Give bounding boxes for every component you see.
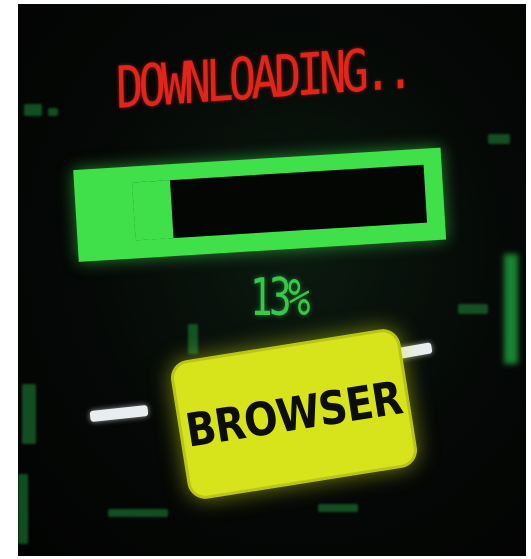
image-frame: DOWNLOADING.. 13% BROWSER xyxy=(0,0,531,559)
download-progress-bar xyxy=(73,147,447,262)
progress-bar-fill xyxy=(132,180,174,241)
progress-percent-label: 13% xyxy=(250,268,310,328)
browser-button-label: BROWSER xyxy=(182,370,406,458)
downloading-title: DOWNLOADING.. xyxy=(115,33,410,122)
download-screen-photo: DOWNLOADING.. 13% BROWSER xyxy=(18,4,526,556)
left-dash-decoration xyxy=(89,404,149,423)
browser-button[interactable]: BROWSER xyxy=(168,326,420,502)
